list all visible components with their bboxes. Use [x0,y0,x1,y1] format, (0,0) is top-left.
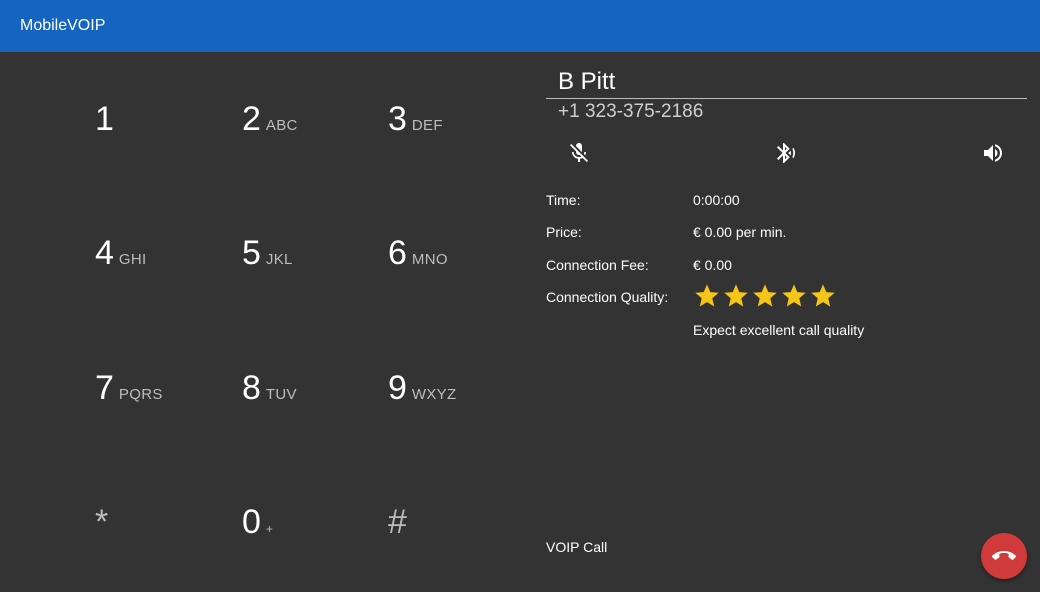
dial-key-digit: * [95,503,109,541]
connection-fee-value: € 0.00 [693,257,732,273]
dial-key-letters: + [265,522,274,536]
bluetooth-button[interactable] [770,137,802,169]
hang-up-button[interactable] [981,533,1027,579]
dial-key-digit: # [388,503,407,541]
dial-key-star[interactable]: * [95,505,235,592]
mute-button[interactable] [563,137,595,169]
star-icon [782,284,806,307]
dial-key-letters: DEF [411,117,443,134]
dial-key-6[interactable]: 6 MNO [388,236,528,346]
dial-key-digit: 1 [95,100,114,138]
app-bar: MobileVOIP [0,0,1040,52]
star-icon [753,284,777,307]
dial-key-digit: 4 [95,234,114,272]
dial-key-letters: TUV [265,386,297,403]
contact-divider [546,98,1027,99]
speaker-button[interactable] [977,137,1009,169]
bluetooth-icon [777,143,796,163]
contact-name: B Pitt [558,68,616,95]
dial-key-letters: MNO [411,251,448,268]
dial-key-digit: 5 [242,234,261,272]
dial-key-0[interactable]: 0 + [242,505,382,592]
price-value: € 0.00 per min. [693,224,787,240]
dial-key-digit: 3 [388,100,407,138]
quality-stars [693,282,837,310]
dial-key-5[interactable]: 5 JKL [242,236,382,346]
connection-fee-label: Connection Fee: [546,257,649,273]
connection-quality-label: Connection Quality: [546,289,669,305]
dial-key-9[interactable]: 9 WXYZ [388,371,528,481]
star-icon [695,284,719,307]
mic-off-icon [570,143,588,162]
dial-key-2[interactable]: 2 ABC [242,102,382,212]
dial-key-4[interactable]: 4 GHI [95,236,235,346]
dial-key-letters: PQRS [118,386,163,403]
time-label: Time: [546,192,581,208]
star-icon [724,284,748,307]
dial-key-digit: 9 [388,369,407,407]
app-title: MobileVOIP [20,17,106,34]
price-label: Price: [546,224,582,240]
dial-key-digit: 0 [242,503,261,541]
dial-key-digit: 2 [242,100,261,138]
dial-key-1[interactable]: 1 [95,102,235,212]
dial-key-digit: 7 [95,369,114,407]
quality-description: Expect excellent call quality [693,322,865,338]
dial-key-letters: WXYZ [411,386,457,403]
dial-key-hash[interactable]: # [388,505,528,592]
time-value: 0:00:00 [693,192,740,208]
dial-key-digit: 6 [388,234,407,272]
dial-key-8[interactable]: 8 TUV [242,371,382,481]
star-icon [811,284,835,307]
call-end-icon [992,551,1016,560]
call-type-label: VOIP Call [546,539,608,555]
dial-key-letters: GHI [118,251,147,268]
dial-key-letters: ABC [265,117,298,134]
dial-key-digit: 8 [242,369,261,407]
speaker-icon [984,144,1002,162]
dialpad: 1 2 ABC 3 DEF 4 GHI 5 JKL 6 MNO 7 PQRS 8… [0,52,530,592]
dial-key-letters: JKL [265,251,293,268]
dial-key-7[interactable]: 7 PQRS [95,371,235,481]
dial-key-3[interactable]: 3 DEF [388,102,528,212]
contact-number: +1 323-375-2186 [558,101,704,122]
